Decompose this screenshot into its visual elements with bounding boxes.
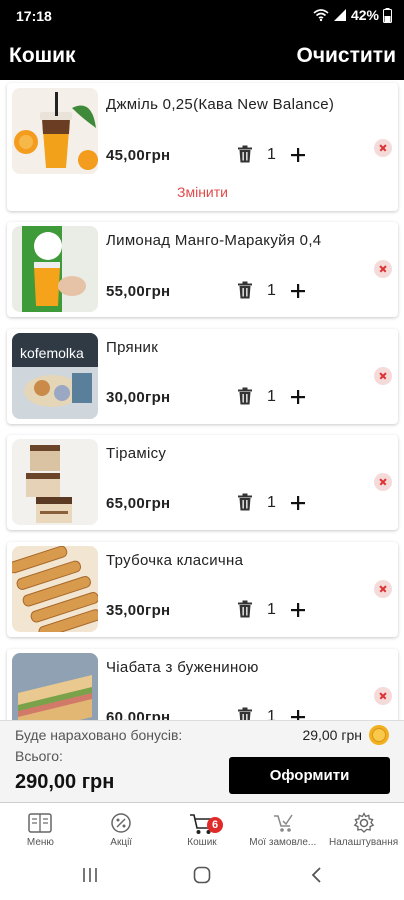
cart-item: Лимонад Манго-Маракуйя 0,4 55,00грн 1 [7,222,398,317]
change-link[interactable]: Змінити [7,184,398,200]
coin-icon [369,725,389,745]
bonus-label: Буде нараховано бонусів: [15,727,183,743]
tab-label: Меню [26,837,54,848]
quantity-value: 1 [267,282,276,299]
total-value: 290,00 грн [15,771,115,793]
trash-icon[interactable] [237,387,253,405]
remove-item-button[interactable] [374,260,392,278]
product-price: 30,00грн [106,389,171,406]
bonus-value: 29,00 грн [302,727,362,743]
plus-icon[interactable] [290,389,306,405]
cart-item: Тірамісу 65,00грн 1 [7,435,398,530]
remove-item-button[interactable] [374,139,392,157]
status-bar: 17:18 42% [0,0,404,34]
wifi-icon [313,9,329,22]
plus-icon[interactable] [290,709,306,720]
product-price: 45,00грн [106,147,171,164]
trash-icon[interactable] [237,600,253,618]
system-nav-bar [0,852,404,900]
percent-badge-icon [111,813,131,833]
cart-item: kofemolka Пряник 30,00грн 1 [7,329,398,424]
product-price: 60,00грн [106,709,171,720]
cart-item: Джміль 0,25(Кава New Balance) 45,00грн 1… [7,83,398,211]
tab-label: Налаштування [329,837,399,848]
gear-icon [353,812,374,833]
plus-icon[interactable] [290,602,306,618]
product-name: Трубочка класична [106,552,244,569]
cart-list[interactable]: Джміль 0,25(Кава New Balance) 45,00грн 1… [0,80,404,720]
cart-item: Трубочка класична 35,00грн 1 [7,542,398,637]
cart-item: Чіабата з бужениною 60,00грн 1 [7,649,398,720]
quantity-value: 1 [267,146,276,163]
plus-icon[interactable] [290,283,306,299]
product-price: 35,00грн [106,602,171,619]
remove-item-button[interactable] [374,580,392,598]
remove-item-button[interactable] [374,473,392,491]
quantity-value: 1 [267,388,276,405]
cart-count-badge: 6 [207,817,223,833]
kofemolka-logo: kofemolka [20,345,84,361]
status-icons: 42% [313,7,392,23]
product-name: Пряник [106,339,159,356]
plus-icon[interactable] [290,495,306,511]
bottom-tab-bar: Меню Акції Кошик Мої замовле... Налаштув… [0,802,404,852]
quantity-value: 1 [267,708,276,720]
tab-settings[interactable]: Налаштування [323,803,404,852]
quantity-value: 1 [267,494,276,511]
product-image [12,439,98,525]
checkout-button[interactable]: Оформити [229,757,390,794]
tab-menu[interactable]: Меню [0,803,81,852]
product-image [12,653,98,720]
trash-icon[interactable] [237,281,253,299]
product-name: Тірамісу [106,445,167,462]
trash-icon[interactable] [237,707,253,720]
tab-my-orders[interactable]: Мої замовле... [242,803,323,852]
plus-icon[interactable] [290,147,306,163]
product-price: 55,00грн [106,283,171,300]
signal-icon [333,9,346,21]
product-name: Джміль 0,25(Кава New Balance) [106,96,335,113]
product-price: 65,00грн [106,495,171,512]
product-image [12,88,98,174]
tab-promotions[interactable]: Акції [81,803,162,852]
remove-item-button[interactable] [374,687,392,705]
order-summary: Буде нараховано бонусів: 29,00 грн Всьог… [0,720,404,802]
battery-percent: 42% [350,7,379,23]
recent-apps-icon[interactable] [82,866,98,884]
product-name: Лимонад Манго-Маракуйя 0,4 [106,232,322,249]
back-icon[interactable] [310,866,322,884]
page-title: Кошик [9,44,76,67]
remove-item-button[interactable] [374,367,392,385]
total-label: Всього: [15,748,63,764]
tab-label: Акції [110,837,133,848]
product-image [12,226,98,312]
menu-book-icon [28,813,53,833]
tab-label: Мої замовле... [249,837,317,848]
trash-icon[interactable] [237,145,253,163]
clear-cart-button[interactable]: Очистити [296,44,396,68]
status-time: 17:18 [16,8,52,24]
app-header: Кошик Очистити [0,34,404,80]
home-icon[interactable] [193,866,211,884]
orders-icon [273,814,293,832]
tab-label: Кошик [187,837,217,848]
product-image: kofemolka [12,333,98,419]
product-image [12,546,98,632]
trash-icon[interactable] [237,493,253,511]
quantity-value: 1 [267,601,276,618]
product-name: Чіабата з бужениною [106,659,259,676]
battery-icon [383,7,392,23]
tab-cart[interactable]: Кошик [162,803,243,852]
